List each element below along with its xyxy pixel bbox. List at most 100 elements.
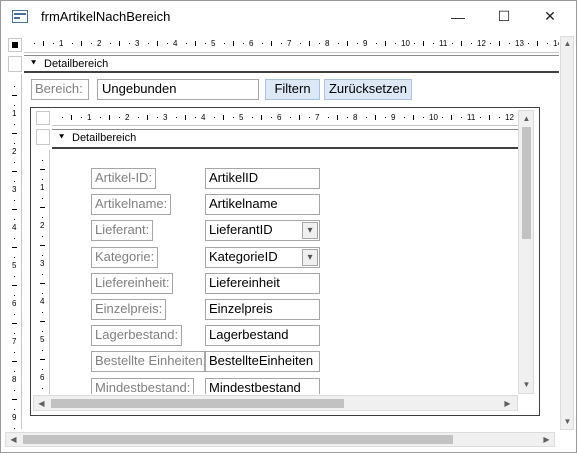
size-grip-icon[interactable] xyxy=(558,434,572,448)
ruler-tick xyxy=(14,370,15,372)
scroll-down-icon[interactable]: ▼ xyxy=(520,378,533,391)
field-textbox[interactable]: Einzelpreis xyxy=(205,299,320,320)
field-textbox[interactable]: Artikelname xyxy=(205,194,320,215)
field-label: Artikel-ID: xyxy=(91,168,157,189)
ruler-number: 11 xyxy=(467,113,476,122)
ruler-number: 4 xyxy=(12,223,17,232)
ruler-tick xyxy=(261,43,263,44)
subform-horizontal-scrollbar[interactable]: ◀ ▶ xyxy=(33,395,518,411)
field-textbox[interactable]: Liefereinheit xyxy=(205,273,320,294)
ruler-number: 5 xyxy=(239,113,244,122)
field-label: Liefereinheit: xyxy=(91,273,174,294)
field-label: Einzelpreis: xyxy=(91,299,167,320)
scroll-up-icon[interactable]: ▲ xyxy=(520,112,533,125)
ruler-number: 11 xyxy=(439,39,448,48)
ruler-tick xyxy=(14,123,15,125)
ruler-number: 5 xyxy=(12,261,17,270)
field-label: Lieferant: xyxy=(91,220,154,241)
field-textbox[interactable]: ArtikelID xyxy=(205,168,320,189)
ruler-tick xyxy=(499,41,500,46)
ruler-tick xyxy=(327,117,329,118)
section-arrow-icon: ⯆ xyxy=(30,58,38,68)
ruler-tick xyxy=(546,43,548,44)
scroll-left-icon[interactable]: ◀ xyxy=(7,433,20,446)
form-icon xyxy=(12,10,28,23)
ruler-tick xyxy=(40,283,45,284)
filter-label: Bereich: xyxy=(31,79,89,100)
minimize-icon: — xyxy=(451,8,465,25)
ruler-tick xyxy=(384,117,386,118)
field-textbox[interactable]: Mindestbestand xyxy=(205,378,320,394)
ruler-number: 3 xyxy=(40,259,45,268)
ruler-tick xyxy=(40,245,45,246)
ruler-number: 4 xyxy=(201,113,206,122)
ruler-tick xyxy=(12,285,17,286)
ruler-number: 6 xyxy=(249,39,254,48)
ruler-tick xyxy=(42,349,43,351)
ruler-number: 2 xyxy=(12,147,17,156)
ruler-tick xyxy=(42,235,43,237)
ruler-tick xyxy=(489,115,490,120)
subform-selector[interactable] xyxy=(36,111,50,125)
scroll-down-icon[interactable]: ▼ xyxy=(561,415,574,428)
filter-button[interactable]: Filtern xyxy=(265,79,320,100)
ruler-tick xyxy=(470,43,472,44)
ruler-tick xyxy=(489,43,491,44)
vertical-scrollbar[interactable]: ▲ ▼ xyxy=(560,36,574,430)
ruler-tick xyxy=(40,169,45,170)
ruler-tick xyxy=(14,237,15,239)
minimize-button[interactable]: — xyxy=(435,2,481,31)
field-textbox[interactable]: BestellteEinheiten xyxy=(205,351,320,372)
ruler-tick xyxy=(14,332,15,334)
ruler-number: 1 xyxy=(40,183,45,192)
maximize-button[interactable]: ☐ xyxy=(481,2,527,31)
ruler-tick xyxy=(309,41,310,46)
reset-button[interactable]: Zurücksetzen xyxy=(324,79,412,100)
ruler-tick xyxy=(42,368,43,370)
dropdown-arrow-icon[interactable]: ▾ xyxy=(302,222,318,239)
ruler-number: 10 xyxy=(429,113,438,122)
subform-section-label: Detailbereich xyxy=(72,132,137,144)
ruler-tick xyxy=(223,43,225,44)
scroll-thumb[interactable] xyxy=(522,127,531,239)
ruler-number: 3 xyxy=(12,185,17,194)
detail-section-bar[interactable]: ⯆ Detailbereich xyxy=(24,55,559,73)
ruler-tick xyxy=(204,43,206,44)
scroll-up-icon[interactable]: ▲ xyxy=(561,37,574,50)
close-button[interactable]: ✕ xyxy=(527,2,573,31)
filter-textbox[interactable]: Ungebunden xyxy=(97,79,259,100)
field-label: Artikelname: xyxy=(91,194,172,215)
title-bar[interactable]: frmArtikelNachBereich — ☐ ✕ xyxy=(1,1,576,31)
ruler-tick xyxy=(527,43,529,44)
scroll-thumb[interactable] xyxy=(51,399,344,408)
scroll-thumb[interactable] xyxy=(23,435,453,444)
ruler-tick xyxy=(128,43,130,44)
dropdown-arrow-icon[interactable]: ▾ xyxy=(302,249,318,266)
section-selector[interactable] xyxy=(8,56,22,72)
horizontal-scrollbar[interactable]: ◀ ▶ xyxy=(5,432,555,447)
subform-detail-section-bar[interactable]: ⯆ Detailbereich xyxy=(52,129,518,149)
ruler-tick xyxy=(147,115,148,120)
scroll-right-icon[interactable]: ▶ xyxy=(540,433,553,446)
window-title: frmArtikelNachBereich xyxy=(41,9,171,24)
ruler-tick xyxy=(42,387,43,389)
ruler-tick xyxy=(81,41,82,46)
field-value: KategorieID xyxy=(209,249,278,264)
ruler-tick xyxy=(271,41,272,46)
section-label: Detailbereich xyxy=(44,58,109,70)
form-selector[interactable] xyxy=(8,38,22,52)
ruler-tick xyxy=(40,207,45,208)
ruler-tick xyxy=(403,117,405,118)
ruler-tick xyxy=(14,389,15,391)
ruler-tick xyxy=(385,41,386,46)
field-textbox[interactable]: Lagerbestand xyxy=(205,325,320,346)
scroll-right-icon[interactable]: ▶ xyxy=(501,397,514,410)
subform-vertical-scrollbar[interactable]: ▲ ▼ xyxy=(518,110,534,394)
ruler-tick xyxy=(12,399,17,400)
ruler-tick xyxy=(14,294,15,296)
ruler-number: 9 xyxy=(391,113,396,122)
scroll-left-icon[interactable]: ◀ xyxy=(35,397,48,410)
subform-section-selector[interactable] xyxy=(36,129,50,145)
ruler-tick xyxy=(498,117,500,118)
ruler-tick xyxy=(14,218,15,220)
